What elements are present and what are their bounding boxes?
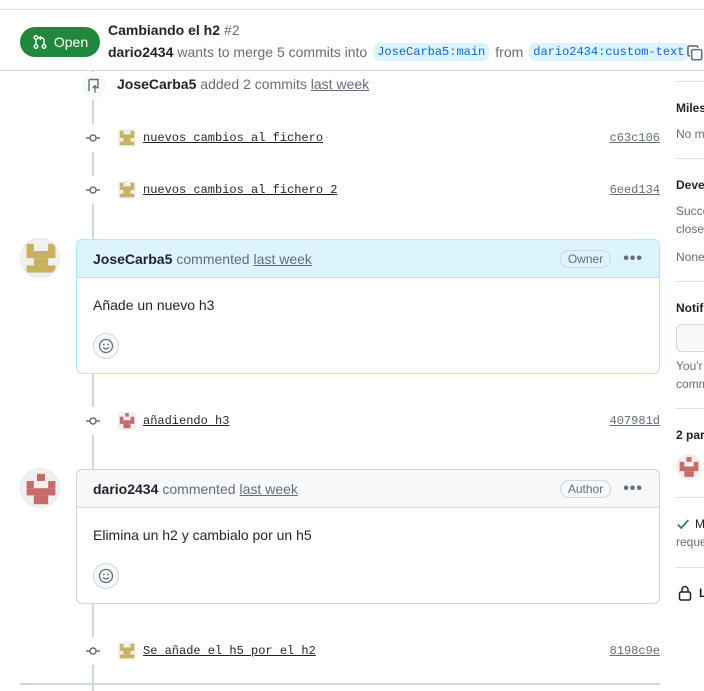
role-badge: Owner	[559, 249, 612, 268]
comment-author[interactable]: dario2434	[93, 481, 158, 497]
head-branch[interactable]: dario2434:custom-text	[529, 43, 689, 61]
add-reaction-button[interactable]	[93, 563, 119, 589]
comment-action: commented	[176, 250, 250, 267]
avatar[interactable]	[20, 468, 60, 508]
comment-author[interactable]: JoseCarba5	[93, 251, 172, 267]
commit-message[interactable]: nuevos cambios al fichero	[143, 131, 323, 145]
comment-time[interactable]: last week	[254, 251, 312, 267]
avatar[interactable]	[118, 412, 136, 430]
allow-edits-text: reque	[676, 535, 704, 549]
lock-conversation-label[interactable]: L	[699, 586, 704, 600]
lock-icon[interactable]	[678, 585, 692, 601]
timeline-end-divider	[20, 683, 660, 685]
comment-text: Elimina un h2 y cambialo por un h5	[93, 527, 312, 543]
sidebar-divider	[676, 158, 704, 159]
commit-row: Se añade el h5 por el h2 8198c9e	[118, 641, 660, 661]
commit-row: nuevos cambios al fichero 2 6eed134	[118, 180, 660, 200]
notifications-text: You'r	[676, 359, 703, 373]
comment-header: dario2434 commented last week Author •••	[77, 470, 659, 508]
commit-sha[interactable]: c63c106	[610, 131, 660, 145]
kebab-menu-icon[interactable]: •••	[623, 480, 643, 498]
pr-meta-line: dario2434 wants to merge 5 commits into …	[108, 43, 695, 61]
development-value: None	[676, 250, 704, 264]
copy-icon[interactable]	[686, 44, 704, 62]
sidebar-divider	[676, 81, 704, 82]
notifications-text: comm	[676, 377, 704, 391]
pr-merge-text: wants to merge 5 commits into	[177, 44, 368, 60]
pr-sticky-header: Open Cambiando el h2 #2 dario2434 wants t…	[0, 0, 704, 71]
smiley-icon	[98, 338, 114, 354]
identicon	[21, 239, 59, 277]
add-reaction-button[interactable]	[93, 333, 119, 359]
commit-row: añadiendo h3 407981d	[118, 411, 660, 431]
comment-body: Elimina un h2 y cambialo por un h5	[77, 508, 659, 603]
git-commit-icon	[86, 134, 100, 142]
comment-action: commented	[162, 480, 236, 497]
pr-state-label: Open	[53, 34, 89, 50]
pr-state-badge: Open	[20, 27, 100, 57]
pr-title-text: Cambiando el h2	[108, 22, 221, 38]
commit-sha[interactable]: 8198c9e	[610, 644, 660, 658]
smiley-icon	[98, 568, 114, 584]
comment-time[interactable]: last week	[240, 481, 298, 497]
added-commits-event: JoseCarba5 added 2 commits last week	[117, 76, 369, 92]
avatar[interactable]	[118, 129, 136, 147]
commit-sha[interactable]: 6eed134	[610, 183, 660, 197]
git-commit-icon	[86, 647, 100, 655]
push-event-badge	[80, 72, 108, 100]
participant-avatar[interactable]	[676, 454, 702, 480]
development-text: Succe	[676, 204, 704, 218]
avatar[interactable]	[20, 238, 60, 278]
development-text: close	[676, 222, 704, 236]
commit-row: nuevos cambios al fichero c63c106	[118, 128, 660, 148]
pr-sidebar: Miles No m Deve Succe close None Notif Y…	[676, 71, 704, 691]
comment-card: JoseCarba5 commented last week Owner •••…	[76, 239, 660, 374]
sidebar-divider	[676, 281, 704, 282]
event-time[interactable]: last week	[311, 76, 369, 92]
participants-heading: 2 par	[676, 428, 704, 442]
from-text: from	[495, 44, 524, 60]
notifications-heading: Notif	[676, 301, 704, 315]
milestone-value: No m	[676, 127, 704, 141]
avatar[interactable]	[118, 181, 136, 199]
sidebar-divider	[676, 408, 704, 409]
event-action: added 2 commits	[200, 76, 307, 92]
subscribe-button[interactable]	[676, 324, 704, 352]
repo-push-icon	[88, 78, 99, 93]
role-badge: Author	[559, 479, 612, 498]
milestone-heading[interactable]: Miles	[676, 101, 704, 115]
check-icon	[677, 519, 689, 530]
sidebar-divider	[676, 567, 704, 568]
sidebar-divider	[676, 497, 704, 498]
comment-text: Añade un nuevo h3	[93, 297, 215, 313]
commit-node	[79, 407, 107, 435]
identicon	[21, 469, 59, 507]
commit-message[interactable]: añadiendo h3	[143, 414, 229, 428]
event-actor[interactable]: JoseCarba5	[117, 76, 196, 92]
commit-message[interactable]: nuevos cambios al fichero 2	[143, 183, 337, 197]
commit-sha[interactable]: 407981d	[610, 414, 660, 428]
git-pull-request-icon	[33, 35, 47, 49]
commit-node	[79, 637, 107, 665]
development-heading[interactable]: Deve	[676, 178, 704, 192]
pr-number: #2	[224, 22, 240, 38]
commit-node	[79, 176, 107, 204]
avatar[interactable]	[118, 642, 136, 660]
comment-header: JoseCarba5 commented last week Owner •••	[77, 240, 659, 278]
commit-message[interactable]: Se añade el h5 por el h2	[143, 644, 316, 658]
git-commit-icon	[86, 186, 100, 194]
base-branch[interactable]: JoseCarba5:main	[373, 43, 490, 61]
comment-body: Añade un nuevo h3	[77, 278, 659, 373]
pr-title[interactable]: Cambiando el h2 #2	[108, 22, 240, 38]
pr-author-link[interactable]: dario2434	[108, 44, 173, 60]
top-divider	[0, 0, 704, 10]
git-commit-icon	[86, 417, 100, 425]
comment-card: dario2434 commented last week Author •••…	[76, 469, 660, 604]
allow-edits-text: M	[695, 517, 704, 531]
commit-node	[79, 124, 107, 152]
kebab-menu-icon[interactable]: •••	[623, 250, 643, 268]
